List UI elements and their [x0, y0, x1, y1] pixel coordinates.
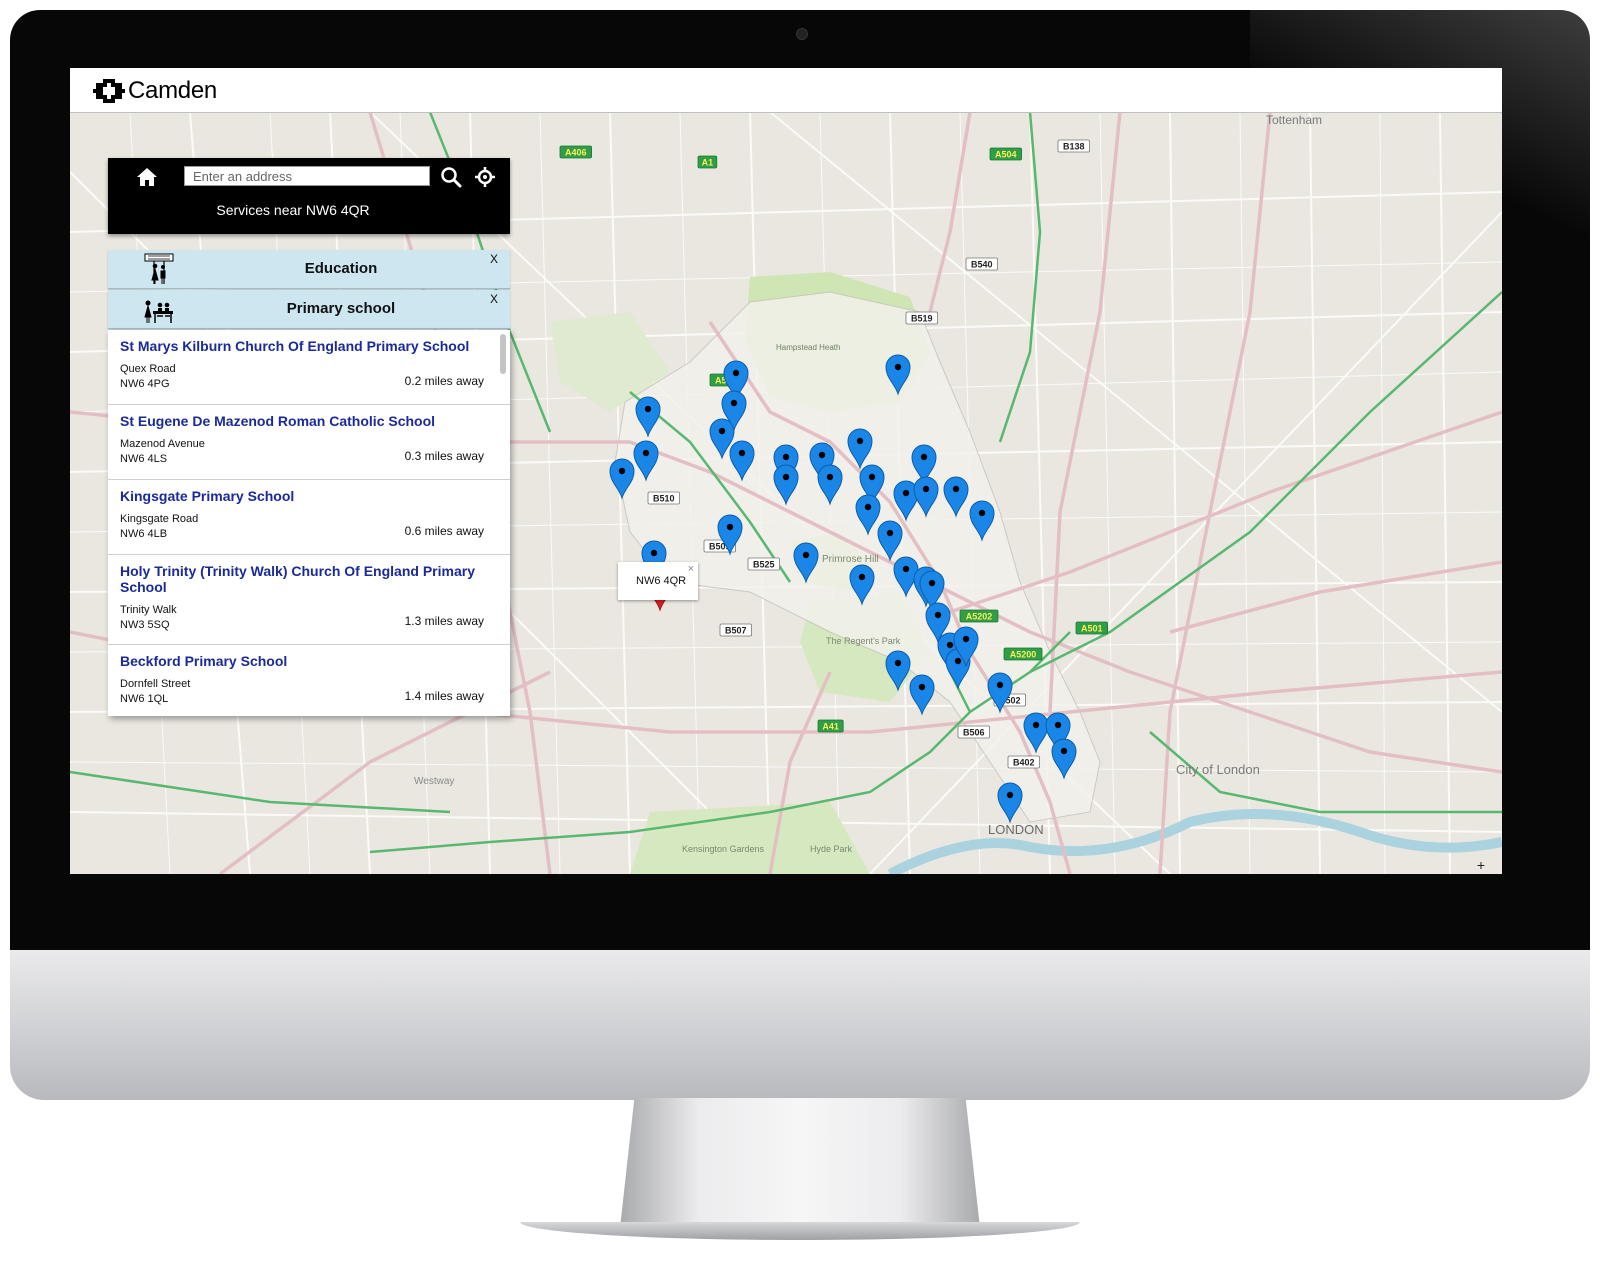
svg-text:B402: B402 — [1013, 758, 1035, 768]
camden-logo[interactable]: Camden — [92, 77, 217, 105]
road-shield-a501: A501 — [1075, 621, 1109, 635]
school-distance: 1.3 miles away — [404, 614, 484, 628]
road-shield-b525: B525 — [747, 557, 781, 571]
svg-text:B525: B525 — [753, 560, 775, 570]
road-shield-b510: B510 — [647, 491, 681, 505]
school-distance: 0.2 miles away — [404, 374, 484, 388]
camden-logo-icon — [93, 79, 125, 103]
svg-text:A504: A504 — [995, 150, 1017, 160]
popup-postcode: NW6 4QR — [636, 575, 687, 587]
school-distance: 1.4 miles away — [404, 689, 484, 703]
svg-text:A5202: A5202 — [966, 612, 993, 622]
road-shield-a41: A41 — [817, 719, 844, 733]
road-shield-a406: A406 — [559, 145, 593, 159]
site-header: Camden — [70, 68, 1502, 113]
remove-filter-button[interactable]: X — [490, 252, 498, 266]
school-name-link[interactable]: St Marys Kilburn Church Of England Prima… — [120, 338, 496, 354]
road-shield-b540: B540 — [965, 257, 999, 271]
filter-label: Primary school — [286, 300, 396, 317]
svg-text:A41: A41 — [822, 722, 839, 732]
svg-text:A406: A406 — [565, 148, 587, 158]
svg-text:B506: B506 — [963, 728, 985, 738]
filter-label: Education — [304, 260, 378, 277]
search-icon[interactable] — [440, 166, 462, 188]
services-heading: Services near NW6 4QR — [216, 202, 370, 218]
svg-text:A501: A501 — [1081, 624, 1103, 634]
zoom-in-button[interactable]: + — [1474, 858, 1488, 872]
result-item[interactable]: Holy Trinity (Trinity Walk) Church Of En… — [108, 555, 510, 645]
browser-screen: Camden Tottenham City of London LONDON H… — [70, 68, 1502, 874]
result-item[interactable]: St Marys Kilburn Church Of England Prima… — [108, 330, 510, 405]
svg-text:A5200: A5200 — [1010, 650, 1037, 660]
location-popup: NW6 4QR × — [618, 562, 698, 600]
road-shield-b507: B507 — [719, 623, 753, 637]
result-item[interactable]: St Eugene De Mazenod Roman Catholic Scho… — [108, 405, 510, 480]
place-label-primrose: Primrose Hill — [822, 554, 879, 565]
filter-primary-school[interactable]: Primary school X — [108, 290, 510, 329]
road-shield-b138: B138 — [1057, 139, 1091, 153]
place-label-regents: The Regent's Park — [826, 636, 901, 646]
app-name: Camden — [128, 77, 217, 104]
monitor-stand — [620, 1098, 980, 1228]
svg-text:B510: B510 — [653, 494, 675, 504]
address-search-input[interactable] — [184, 166, 430, 186]
svg-text:B540: B540 — [971, 260, 993, 270]
camera-icon — [796, 28, 808, 40]
kensington-gardens-park — [630, 802, 870, 874]
place-label-hyde: Hyde Park — [810, 844, 853, 854]
result-item[interactable]: Kingsgate Primary School Kingsgate Road … — [108, 480, 510, 555]
road-shield-a504: A504 — [989, 147, 1023, 161]
school-distance: 0.6 miles away — [404, 524, 484, 538]
remove-filter-button[interactable]: X — [490, 292, 498, 306]
road-shield-a5202: A5202 — [959, 609, 999, 623]
svg-text:B519: B519 — [911, 314, 933, 324]
results-list[interactable]: St Marys Kilburn Church Of England Prima… — [108, 330, 510, 716]
road-shield-a5200: A5200 — [1003, 647, 1043, 661]
place-label-city: City of London — [1176, 762, 1260, 777]
road-shield-b402: B402 — [1007, 755, 1041, 769]
school-name-link[interactable]: Holy Trinity (Trinity Walk) Church Of En… — [120, 563, 496, 595]
school-name-link[interactable]: Kingsgate Primary School — [120, 488, 496, 504]
popup-close-button[interactable]: × — [688, 563, 694, 575]
school-name-link[interactable]: St Eugene De Mazenod Roman Catholic Scho… — [120, 413, 496, 429]
school-name-link[interactable]: Beckford Primary School — [120, 653, 496, 669]
place-label-kensington: Kensington Gardens — [682, 844, 765, 854]
svg-text:B507: B507 — [725, 626, 747, 636]
home-icon[interactable] — [136, 166, 158, 188]
svg-text:A1: A1 — [702, 158, 714, 168]
place-label-westway: Westway — [414, 776, 454, 787]
monitor-chin — [10, 950, 1590, 1100]
locate-crosshair-icon[interactable] — [474, 166, 496, 188]
monitor-base — [520, 1222, 1080, 1240]
school-distance: 0.3 miles away — [404, 449, 484, 463]
road-shield-a1: A1 — [697, 155, 718, 169]
road-shield-b506: B506 — [957, 725, 991, 739]
svg-text:B138: B138 — [1063, 142, 1085, 152]
result-item[interactable]: Beckford Primary School Dornfell Street … — [108, 645, 510, 716]
search-panel: Services near NW6 4QR — [108, 158, 510, 234]
place-label-hampstead: Hampstead Heath — [776, 343, 840, 352]
place-label-tottenham: Tottenham — [1266, 113, 1322, 127]
place-label-london: LONDON — [988, 822, 1044, 837]
filter-education[interactable]: Education X — [108, 250, 510, 289]
road-shield-b519: B519 — [905, 311, 939, 325]
